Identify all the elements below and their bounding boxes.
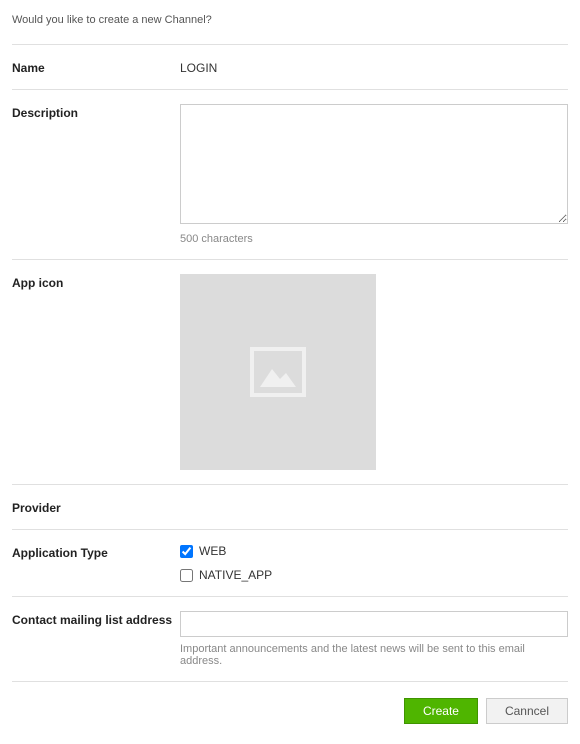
image-placeholder-icon (250, 347, 306, 397)
app-type-web-checkbox[interactable] (180, 545, 193, 558)
row-name: Name LOGIN (12, 44, 568, 89)
contact-input[interactable] (180, 611, 568, 637)
intro-text: Would you like to create a new Channel? (12, 10, 568, 44)
cancel-button[interactable]: Canncel (486, 698, 568, 724)
row-app-type: Application Type WEB NATIVE_APP (12, 529, 568, 596)
app-icon-label: App icon (12, 274, 180, 290)
app-type-native-checkbox[interactable] (180, 569, 193, 582)
name-value: LOGIN (180, 59, 568, 75)
name-label: Name (12, 59, 180, 75)
provider-value (180, 499, 568, 501)
app-type-web-label: WEB (199, 544, 226, 558)
row-provider: Provider (12, 484, 568, 529)
button-bar: Create Canncel (12, 698, 568, 724)
row-contact: Contact mailing list address Important a… (12, 596, 568, 682)
provider-label: Provider (12, 499, 180, 515)
description-label: Description (12, 104, 180, 120)
app-type-native-label: NATIVE_APP (199, 568, 272, 582)
contact-hint: Important announcements and the latest n… (180, 643, 568, 667)
contact-label: Contact mailing list address (12, 611, 180, 627)
row-app-icon: App icon (12, 259, 568, 484)
description-textarea[interactable] (180, 104, 568, 224)
app-type-label: Application Type (12, 544, 180, 560)
row-description: Description 500 characters (12, 89, 568, 259)
create-button[interactable]: Create (404, 698, 478, 724)
description-hint: 500 characters (180, 233, 568, 245)
app-icon-placeholder[interactable] (180, 274, 376, 470)
